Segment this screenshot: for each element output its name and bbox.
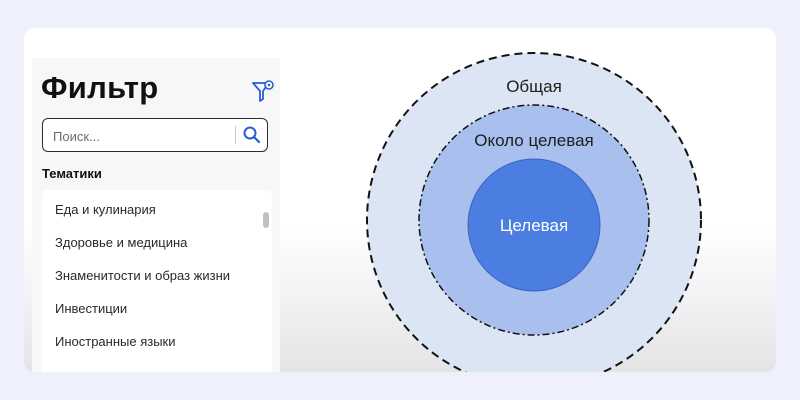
topics-list: Еда и кулинария Здоровье и медицина Знам… (42, 190, 272, 372)
search-input[interactable] (51, 119, 233, 153)
outer-ring-label: Общая (506, 77, 562, 96)
middle-ring-label: Около целевая (474, 131, 594, 150)
search-icon[interactable] (241, 124, 263, 146)
topic-item-languages[interactable]: Иностранные языки (42, 326, 260, 358)
topic-item-investments[interactable]: Инвестиции (42, 293, 260, 325)
topic-item-food[interactable]: Еда и кулинария (42, 194, 260, 226)
topics-section-label: Тематики (42, 166, 102, 181)
filter-settings-icon[interactable] (250, 78, 276, 104)
topic-item-celebrities[interactable]: Знаменитости и образ жизни (42, 260, 260, 292)
content-card: Общая Около целевая Целевая Фильтр Темат… (24, 28, 776, 372)
panel-title: Фильтр (41, 70, 159, 105)
topics-scrollbar[interactable] (262, 190, 270, 372)
search-box (42, 118, 268, 153)
inner-circle-label: Целевая (500, 216, 568, 235)
search-divider (235, 126, 236, 144)
filter-panel: Фильтр Тематики Еда и кулинария Здоровье… (32, 58, 280, 372)
topic-item-health[interactable]: Здоровье и медицина (42, 227, 260, 259)
scrollbar-thumb[interactable] (263, 212, 269, 228)
